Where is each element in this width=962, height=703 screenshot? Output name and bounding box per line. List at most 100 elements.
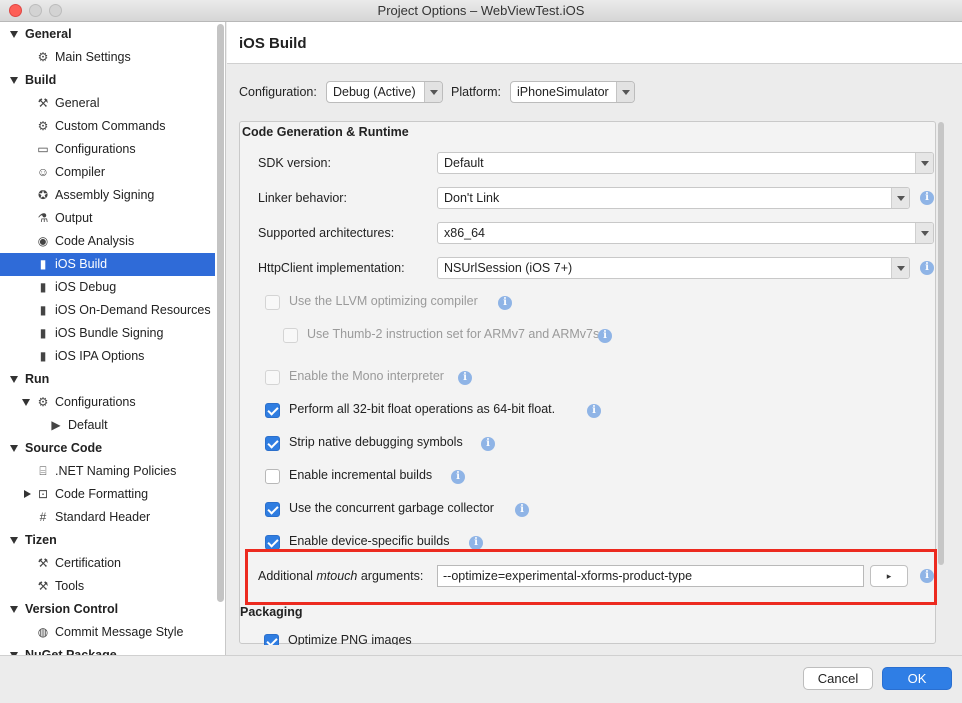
sidebar-item[interactable]: ▭ Configurations	[0, 138, 215, 161]
sidebar-item[interactable]: ⚒ Certification	[0, 552, 215, 575]
dialog-footer: Cancel OK	[0, 655, 962, 703]
mtouch-arguments-input[interactable]: --optimize=experimental-xforms-product-t…	[437, 565, 864, 587]
sidebar-item-label: Certification	[55, 556, 121, 570]
sidebar-item[interactable]: General	[0, 23, 215, 46]
checkbox-label: Use Thumb-2 instruction set for ARMv7 an…	[307, 327, 600, 341]
checkbox[interactable]	[265, 535, 280, 550]
chevron-down-icon	[891, 258, 909, 278]
sidebar-scrollbar[interactable]	[217, 24, 224, 602]
sidebar-item[interactable]: ⚒ Tools	[0, 575, 215, 598]
supported-architectures-value: x86_64	[444, 226, 486, 240]
sidebar-item[interactable]: ⚙ Custom Commands	[0, 115, 215, 138]
sidebar-item[interactable]: ✪ Assembly Signing	[0, 184, 215, 207]
sidebar-item-label: Code Formatting	[55, 487, 149, 501]
cancel-button[interactable]: Cancel	[803, 667, 873, 690]
info-icon[interactable]: i	[469, 536, 483, 550]
platform-dropdown[interactable]: iPhoneSimulator	[510, 81, 635, 103]
sidebar-item[interactable]: ▮ iOS Debug	[0, 276, 215, 299]
target-icon: ◉	[37, 234, 49, 248]
mtouch-arguments-button[interactable]: ▸	[870, 565, 908, 587]
sidebar-item[interactable]: Version Control	[0, 598, 215, 621]
info-icon[interactable]: i	[920, 261, 934, 275]
sidebar-item[interactable]: ▮ iOS On-Demand Resources	[0, 299, 215, 322]
checkbox[interactable]	[265, 436, 280, 451]
hammer-icon: ⚒	[37, 556, 49, 570]
sidebar-item-label: General	[55, 96, 100, 110]
sidebar-item[interactable]: Source Code	[0, 437, 215, 460]
sidebar-item[interactable]: ⚗ Output	[0, 207, 215, 230]
supported-architectures-select[interactable]: x86_64	[437, 222, 934, 244]
sidebar-item[interactable]: ◍ Commit Message Style	[0, 621, 215, 644]
configuration-label: Configuration:	[239, 85, 317, 99]
info-icon[interactable]: i	[587, 404, 601, 418]
disclosure-triangle-icon[interactable]	[10, 445, 18, 452]
httpclient-select[interactable]: NSUrlSession (iOS 7+)	[437, 257, 910, 279]
disclosure-triangle-icon[interactable]	[10, 77, 18, 84]
disclosure-triangle-icon[interactable]	[10, 31, 18, 38]
sidebar-item[interactable]: ▶ Default	[0, 414, 215, 437]
info-icon[interactable]: i	[481, 437, 495, 451]
checkbox[interactable]	[265, 502, 280, 517]
sidebar-item[interactable]: ⚒ General	[0, 92, 215, 115]
sdk-version-label: SDK version:	[258, 156, 331, 170]
sidebar-item[interactable]: Tizen	[0, 529, 215, 552]
window-title: Project Options – WebViewTest.iOS	[377, 3, 585, 18]
sidebar-item[interactable]: # Standard Header	[0, 506, 215, 529]
linker-behavior-value: Don't Link	[444, 191, 500, 205]
sidebar-item[interactable]: Build	[0, 69, 215, 92]
sidebar-item-label: Tools	[55, 579, 85, 593]
phone-icon: ▮	[39, 326, 47, 340]
optimize-png-row[interactable]: Optimize PNG images	[264, 633, 464, 645]
optimize-png-checkbox[interactable]	[264, 634, 279, 645]
configuration-value: Debug (Active)	[333, 85, 416, 99]
info-icon[interactable]: i	[920, 191, 934, 205]
group-scrollbar[interactable]	[938, 122, 944, 565]
sidebar-item[interactable]: ⌸ .NET Naming Policies	[0, 460, 215, 483]
checkbox-label: Perform all 32-bit float operations as 6…	[289, 402, 556, 416]
sidebar-item-label: Main Settings	[55, 50, 131, 64]
sidebar-item-label: Standard Header	[55, 510, 151, 524]
sidebar-item[interactable]: ◉ Code Analysis	[0, 230, 215, 253]
sidebar-item[interactable]: Run	[0, 368, 215, 391]
phone-icon: ▮	[39, 349, 47, 363]
sidebar-item-label: NuGet Package	[25, 648, 117, 655]
disclosure-triangle-icon[interactable]	[10, 606, 18, 613]
minimize-window-button[interactable]	[29, 4, 42, 17]
robot-icon: ☺	[36, 165, 50, 179]
mtouch-label-suffix: arguments:	[357, 569, 424, 583]
hash-icon: #	[39, 510, 47, 524]
sidebar-item[interactable]: NuGet Package	[0, 644, 215, 655]
checkbox[interactable]	[265, 469, 280, 484]
disclosure-triangle-icon[interactable]	[22, 399, 30, 406]
sidebar-item-label: Tizen	[25, 533, 57, 547]
disclosure-triangle-icon[interactable]	[24, 490, 31, 498]
sdk-version-select[interactable]: Default	[437, 152, 934, 174]
info-icon[interactable]: i	[451, 470, 465, 484]
ok-button[interactable]: OK	[882, 667, 952, 690]
configuration-dropdown[interactable]: Debug (Active)	[326, 81, 443, 103]
info-icon[interactable]: i	[920, 569, 934, 583]
zoom-window-button[interactable]	[49, 4, 62, 17]
info-icon[interactable]: i	[598, 329, 612, 343]
info-icon[interactable]: i	[515, 503, 529, 517]
checkbox[interactable]	[265, 403, 280, 418]
platform-value: iPhoneSimulator	[517, 85, 609, 99]
close-window-button[interactable]	[9, 4, 22, 17]
sidebar-item[interactable]: ⚙ Main Settings	[0, 46, 215, 69]
sidebar-item[interactable]: ⊡ Code Formatting	[0, 483, 215, 506]
info-icon[interactable]: i	[498, 296, 512, 310]
sidebar-item[interactable]: ▮ iOS IPA Options	[0, 345, 215, 368]
disclosure-triangle-icon[interactable]	[10, 376, 18, 383]
sidebar-item[interactable]: ▮ iOS Bundle Signing	[0, 322, 215, 345]
sidebar-item[interactable]: ⚙ Configurations	[0, 391, 215, 414]
ab-icon: ⌸	[39, 464, 47, 478]
linker-behavior-select[interactable]: Don't Link	[437, 187, 910, 209]
info-icon[interactable]: i	[458, 371, 472, 385]
window-icon: ▭	[37, 142, 49, 156]
supported-architectures-label: Supported architectures:	[258, 226, 395, 240]
sidebar-item[interactable]: ☺ Compiler	[0, 161, 215, 184]
disclosure-triangle-icon[interactable]	[10, 537, 18, 544]
sidebar-item-label: Build	[25, 73, 57, 87]
sidebar-item[interactable]: ▮ iOS Build	[0, 253, 215, 276]
chevron-down-icon	[616, 82, 634, 102]
